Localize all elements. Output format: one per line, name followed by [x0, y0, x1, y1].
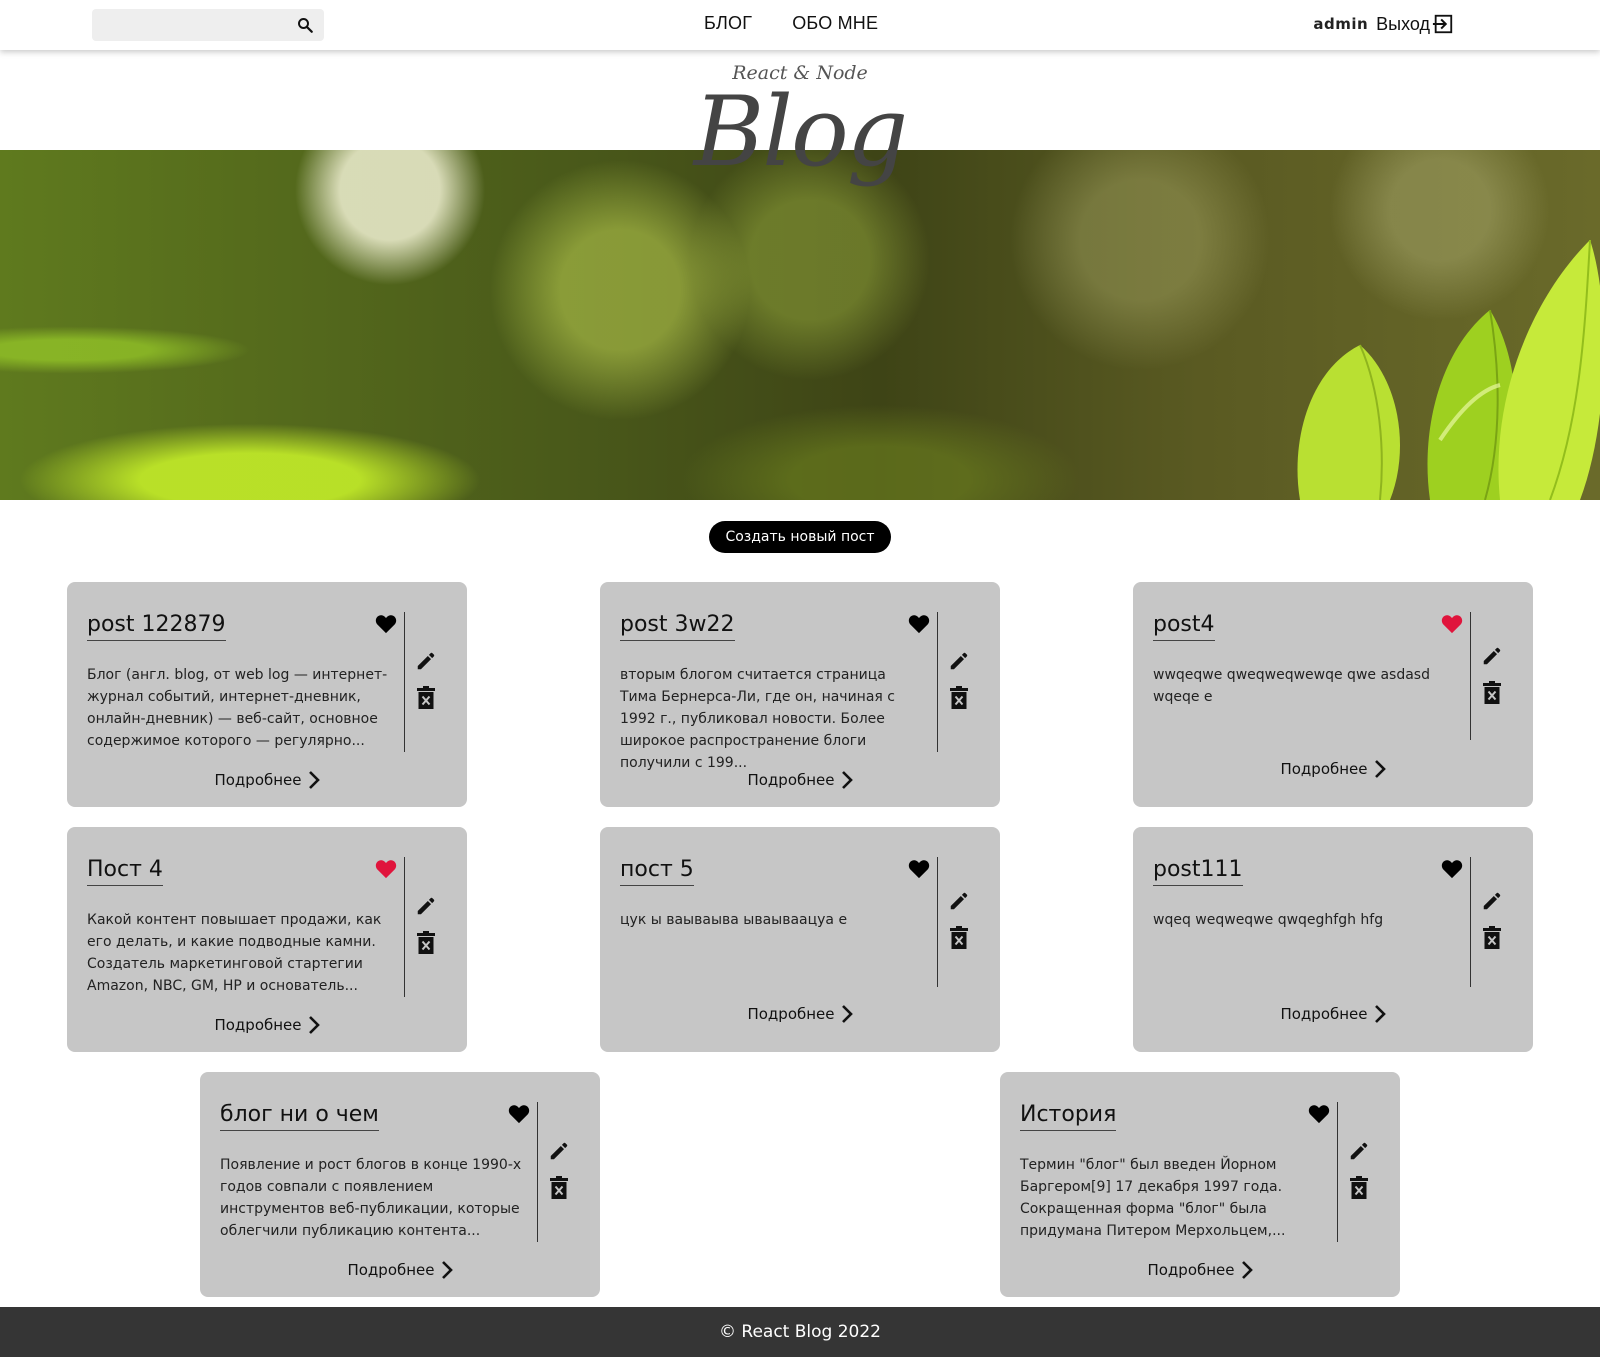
search-input[interactable] [92, 9, 288, 41]
post-excerpt: wwqeqwe qweqweqwewqe qwe asdasd wqeqe e [1153, 667, 1430, 705]
delete-trash-icon[interactable] [416, 686, 436, 710]
card-divider [1337, 1102, 1338, 1242]
chevron-right-icon [841, 771, 853, 789]
read-more-label: Подробнее [1280, 760, 1368, 778]
post-card: История Термин "блог" был введен Йорном … [1000, 1072, 1400, 1297]
footer: © React Blog 2022 [0, 1307, 1600, 1357]
read-more-link[interactable]: Подробнее [200, 1260, 600, 1280]
delete-trash-icon[interactable] [416, 931, 436, 955]
read-more-link[interactable]: Подробнее [67, 770, 467, 790]
site-heading: Blog [693, 76, 909, 188]
search-icon[interactable] [296, 16, 314, 34]
post-card: Пост 4 Какой контент повышает продажи, к… [67, 827, 467, 1052]
read-more-link[interactable]: Подробнее [67, 1015, 467, 1035]
post-card: пост 5 цук ы ваываыва ываываацуа е Подро… [600, 827, 1000, 1052]
card-divider [404, 612, 405, 752]
post-excerpt: Появление и рост блогов в конце 1990-х г… [220, 1157, 522, 1239]
delete-trash-icon[interactable] [949, 686, 969, 710]
edit-pencil-icon[interactable] [1348, 1140, 1370, 1162]
nav-link-blog[interactable]: БЛОГ [704, 13, 752, 34]
logout-icon [1432, 14, 1453, 34]
post-excerpt: wqeq weqweqwe qwqeghfgh hfg [1153, 912, 1384, 928]
card-divider [404, 857, 405, 997]
footer-text: © React Blog 2022 [719, 1322, 881, 1342]
like-heart-icon[interactable] [1441, 614, 1463, 634]
post-card: post 3w22 вторым блогом считается страни… [600, 582, 1000, 807]
read-more-link[interactable]: Подробнее [600, 770, 1000, 790]
edit-pencil-icon[interactable] [948, 890, 970, 912]
chevron-right-icon [308, 771, 320, 789]
create-post-button[interactable]: Создать новый пост [709, 521, 891, 553]
post-excerpt: вторым блогом считается страница Тима Бе… [620, 667, 895, 771]
chevron-right-icon [1374, 1005, 1386, 1023]
edit-pencil-icon[interactable] [415, 650, 437, 672]
post-excerpt: Термин "блог" был введен Йорном Баргером… [1020, 1157, 1286, 1239]
delete-trash-icon[interactable] [949, 926, 969, 950]
post-title[interactable]: post4 [1153, 612, 1215, 641]
delete-trash-icon[interactable] [1482, 681, 1502, 705]
delete-trash-icon[interactable] [549, 1176, 569, 1200]
top-navbar: БЛОГ ОБО МНЕ admin Выход [0, 0, 1600, 50]
like-heart-icon[interactable] [375, 614, 397, 634]
post-title[interactable]: История [1020, 1102, 1117, 1131]
edit-pencil-icon[interactable] [948, 650, 970, 672]
read-more-label: Подробнее [747, 1005, 835, 1023]
site-title: React & Node Blog [0, 62, 1600, 180]
post-card: post 122879 Блог (англ. blog, от web log… [67, 582, 467, 807]
edit-pencil-icon[interactable] [1481, 890, 1503, 912]
card-divider [937, 612, 938, 752]
nav-link-about[interactable]: ОБО МНЕ [792, 13, 878, 34]
username: admin [1313, 15, 1369, 33]
main-nav: БЛОГ ОБО МНЕ [704, 13, 878, 34]
user-area: admin Выход [1313, 13, 1454, 35]
chevron-right-icon [308, 1016, 320, 1034]
leaves-illustration [1297, 240, 1600, 500]
search-box [92, 9, 324, 41]
card-divider [1470, 857, 1471, 987]
like-heart-icon[interactable] [375, 859, 397, 879]
post-excerpt: Блог (англ. blog, от web log — интернет-… [87, 667, 388, 749]
chevron-right-icon [1241, 1261, 1253, 1279]
chevron-right-icon [841, 1005, 853, 1023]
read-more-link[interactable]: Подробнее [1133, 1004, 1533, 1024]
read-more-label: Подробнее [1147, 1261, 1235, 1279]
post-title[interactable]: post 122879 [87, 612, 226, 641]
delete-trash-icon[interactable] [1349, 1176, 1369, 1200]
post-card: post111 wqeq weqweqwe qwqeghfgh hfg Подр… [1133, 827, 1533, 1052]
hero-image [0, 150, 1600, 500]
chevron-right-icon [1374, 760, 1386, 778]
post-title[interactable]: post111 [1153, 857, 1243, 886]
card-divider [937, 857, 938, 987]
like-heart-icon[interactable] [508, 1104, 530, 1124]
post-card: блог ни о чем Появление и рост блогов в … [200, 1072, 600, 1297]
like-heart-icon[interactable] [1441, 859, 1463, 879]
card-divider [537, 1102, 538, 1242]
logout-label: Выход [1376, 13, 1430, 34]
read-more-label: Подробнее [214, 771, 302, 789]
post-title[interactable]: Пост 4 [87, 857, 163, 886]
read-more-label: Подробнее [347, 1261, 435, 1279]
post-excerpt: Какой контент повышает продажи, как его … [87, 912, 382, 994]
read-more-link[interactable]: Подробнее [1000, 1260, 1400, 1280]
like-heart-icon[interactable] [908, 614, 930, 634]
like-heart-icon[interactable] [1308, 1104, 1330, 1124]
read-more-label: Подробнее [747, 771, 835, 789]
post-title[interactable]: блог ни о чем [220, 1102, 379, 1131]
post-card: post4 wwqeqwe qweqweqwewqe qwe asdasd wq… [1133, 582, 1533, 807]
delete-trash-icon[interactable] [1482, 926, 1502, 950]
read-more-link[interactable]: Подробнее [600, 1004, 1000, 1024]
post-title[interactable]: post 3w22 [620, 612, 735, 641]
edit-pencil-icon[interactable] [548, 1140, 570, 1162]
read-more-label: Подробнее [214, 1016, 302, 1034]
logout-button[interactable]: Выход [1376, 13, 1454, 35]
post-excerpt: цук ы ваываыва ываываацуа е [620, 912, 848, 928]
card-divider [1470, 612, 1471, 740]
chevron-right-icon [441, 1261, 453, 1279]
post-title[interactable]: пост 5 [620, 857, 694, 886]
like-heart-icon[interactable] [908, 859, 930, 879]
read-more-link[interactable]: Подробнее [1133, 759, 1533, 779]
read-more-label: Подробнее [1280, 1005, 1368, 1023]
edit-pencil-icon[interactable] [415, 895, 437, 917]
edit-pencil-icon[interactable] [1481, 645, 1503, 667]
